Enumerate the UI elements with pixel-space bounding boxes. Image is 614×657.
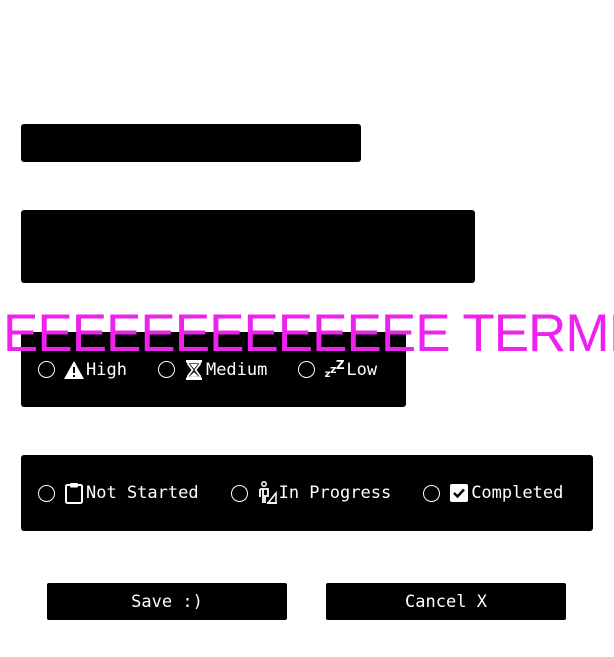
- status-label-not-started: Not Started: [86, 483, 199, 503]
- priority-option-high[interactable]: High: [38, 359, 127, 381]
- title-input[interactable]: [21, 124, 361, 162]
- description-input[interactable]: [21, 210, 475, 283]
- priority-label-medium: Medium: [205, 359, 268, 380]
- priority-label-low: Low: [346, 359, 378, 380]
- priority-label-high: High: [86, 359, 127, 380]
- hourglass-icon: [183, 359, 205, 381]
- zzz-icon: zzZ: [324, 358, 345, 380]
- status-radio-group: Not Started In Progress Completed: [21, 455, 593, 531]
- checkbox-checked-icon: [448, 482, 470, 504]
- radio-button[interactable]: [157, 361, 175, 378]
- radio-button[interactable]: [298, 361, 316, 378]
- person-working-icon: [256, 481, 278, 504]
- radio-button[interactable]: [38, 484, 55, 502]
- radio-button[interactable]: [230, 484, 248, 502]
- clipboard-icon: [63, 482, 85, 504]
- status-option-completed[interactable]: Completed: [423, 482, 563, 504]
- status-label-in-progress: In Progress: [278, 483, 392, 503]
- save-button[interactable]: Save :): [47, 583, 287, 620]
- status-option-not-started[interactable]: Not Started: [38, 482, 199, 504]
- radio-button[interactable]: [38, 361, 55, 378]
- radio-button[interactable]: [423, 484, 441, 502]
- priority-option-medium[interactable]: Medium: [157, 359, 268, 381]
- cancel-button[interactable]: Cancel X: [326, 583, 566, 620]
- priority-option-low[interactable]: zzZ Low: [298, 359, 377, 381]
- status-option-in-progress[interactable]: In Progress: [230, 481, 392, 504]
- task-form-page: High Medium zzZ Low Not Started In Progr…: [0, 0, 614, 657]
- warning-icon: [63, 359, 85, 381]
- priority-radio-group: High Medium zzZ Low: [21, 332, 406, 407]
- status-label-completed: Completed: [471, 483, 564, 503]
